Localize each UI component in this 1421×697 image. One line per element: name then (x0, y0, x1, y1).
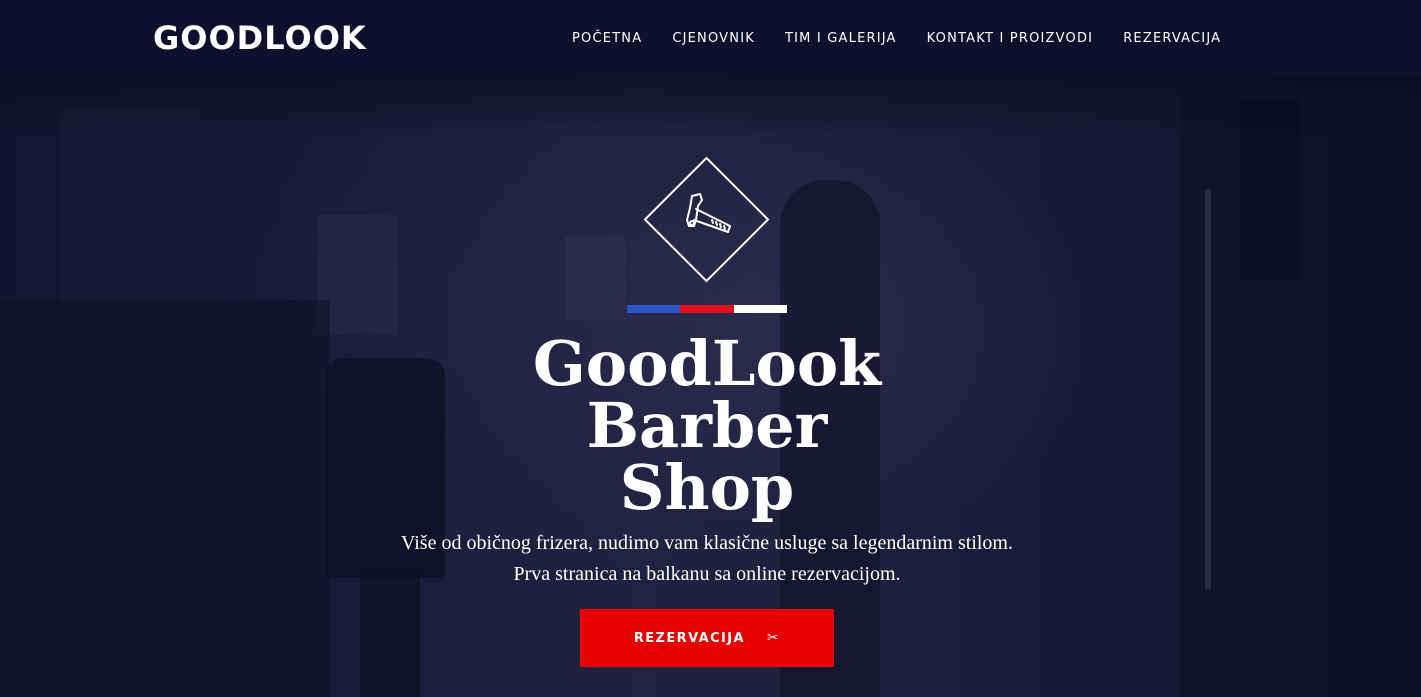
hero-title-line: GoodLook (532, 327, 882, 400)
hero-title-line: Barber (586, 389, 828, 462)
navbar: GOODLOOK POČETNA CJENOVNIK TIM I GALERIJ… (0, 0, 1421, 78)
hero-subtitle-line: Više od običnog frizera, nudimo vam klas… (401, 532, 1013, 554)
nav-link-rezervacija[interactable]: REZERVACIJA (1123, 30, 1221, 48)
stripe-white (733, 305, 787, 313)
hero-subtitle-line: Prva stranica na balkanu sa online rezer… (513, 563, 901, 585)
hero-content: GoodLook Barber Shop Više od običnog fri… (0, 0, 1421, 697)
nav-link-pocetna[interactable]: POČETNA (572, 30, 642, 48)
scissors-icon: ✂ (766, 630, 781, 646)
hero-title: GoodLook Barber Shop (410, 333, 1004, 519)
nav-link-tim-i-galerija[interactable]: TIM I GALERIJA (785, 30, 897, 48)
site-logo[interactable]: GOODLOOK (153, 18, 367, 58)
main-nav: POČETNA CJENOVNIK TIM I GALERIJA KONTAKT… (572, 30, 1221, 48)
nav-link-cjenovnik[interactable]: CJENOVNIK (672, 30, 755, 48)
stripe-blue (627, 305, 681, 313)
hero-subtitle: Više od običnog frizera, nudimo vam klas… (360, 528, 1054, 590)
reservation-button[interactable]: REZERVACIJA ✂ (580, 609, 834, 667)
nav-link-kontakt-i-proizvodi[interactable]: KONTAKT I PROIZVODI (927, 30, 1094, 48)
reservation-button-label: REZERVACIJA (633, 630, 745, 646)
straight-razor-icon (686, 193, 731, 233)
flag-stripes (627, 305, 787, 313)
stripe-red (680, 305, 734, 313)
hero-title-line: Shop (619, 451, 795, 524)
